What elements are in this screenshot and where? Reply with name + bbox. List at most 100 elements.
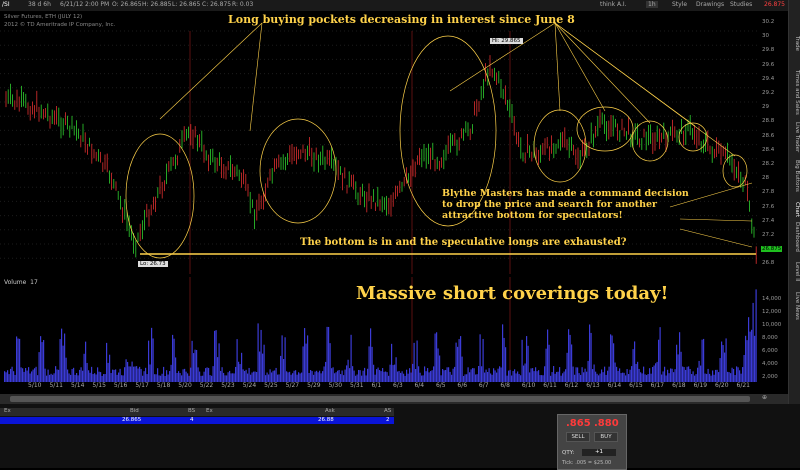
volume-bar bbox=[173, 338, 175, 382]
volume-bar bbox=[565, 369, 567, 382]
volume-bar bbox=[215, 330, 217, 382]
volume-bar bbox=[298, 372, 300, 382]
volume-bar bbox=[26, 370, 28, 382]
volume-bar bbox=[436, 332, 438, 382]
volume-bar bbox=[206, 367, 208, 382]
chart-scrollbar[interactable]: ⊕ bbox=[0, 394, 788, 404]
volume-bar bbox=[82, 370, 84, 382]
volume-bar bbox=[712, 370, 714, 382]
buy-button[interactable]: BUY bbox=[594, 432, 618, 442]
volume-bar bbox=[584, 368, 586, 382]
tab-dashboard[interactable]: Dashboard bbox=[790, 222, 800, 252]
volume-bar bbox=[575, 367, 577, 382]
volume-bar bbox=[518, 373, 520, 382]
volume-bar bbox=[223, 372, 225, 382]
volume-bar bbox=[455, 342, 457, 382]
volume-bar bbox=[85, 341, 87, 382]
tab-live-news[interactable]: Live News bbox=[790, 292, 800, 320]
order-table-row[interactable]: 26.865 4 26.88 2 bbox=[0, 417, 394, 424]
volume-bar bbox=[448, 367, 450, 382]
timeframe[interactable]: 38 d 6h bbox=[28, 1, 51, 8]
price-tick: 27.6 bbox=[762, 203, 775, 210]
date-tick: 5/16 bbox=[113, 382, 128, 389]
price-candles bbox=[0, 22, 760, 274]
volume-bar bbox=[325, 361, 327, 382]
volume-pane[interactable]: Volume 17 Massive short coverings today! bbox=[0, 277, 760, 382]
volume-bar bbox=[481, 366, 483, 382]
volume-bar bbox=[67, 369, 69, 382]
close-value: C: 26.875 bbox=[202, 1, 232, 8]
volume-bar bbox=[109, 354, 111, 382]
volume-bar bbox=[497, 368, 499, 382]
volume-bar bbox=[161, 373, 163, 382]
price-chart-pane[interactable]: Silver Futures, ETH (JULY 12) 2012 © TD … bbox=[0, 11, 760, 274]
volume-bar bbox=[280, 355, 282, 382]
volume-bar bbox=[508, 370, 510, 382]
price-tick: 29.2 bbox=[762, 90, 775, 96]
volume-bar bbox=[413, 342, 415, 382]
volume-bar bbox=[728, 372, 730, 382]
volume-bar bbox=[745, 335, 747, 382]
volume-bar bbox=[599, 373, 601, 382]
volume-bar bbox=[245, 369, 247, 382]
volume-bar bbox=[283, 359, 285, 382]
volume-bar bbox=[554, 373, 556, 382]
zoom-selector[interactable]: 1h bbox=[646, 1, 658, 8]
volume-bar bbox=[389, 364, 391, 382]
volume-bar bbox=[487, 372, 489, 382]
volume-bar bbox=[452, 368, 454, 382]
volume-bar bbox=[179, 373, 181, 382]
style-button[interactable]: Style bbox=[672, 1, 687, 8]
volume-bar bbox=[47, 369, 49, 382]
zoom-icon[interactable]: ⊕ bbox=[762, 394, 767, 401]
volume-bar bbox=[440, 375, 442, 382]
tab-trade[interactable]: Trade bbox=[790, 36, 800, 51]
tab-big-buttons[interactable]: Big Buttons bbox=[790, 160, 800, 192]
volume-bar bbox=[578, 373, 580, 382]
scrollbar-thumb[interactable] bbox=[10, 396, 750, 402]
tab-level-ii[interactable]: Level II bbox=[790, 262, 800, 282]
volume-bar bbox=[431, 370, 433, 382]
volume-bar bbox=[212, 366, 214, 382]
drawings-button[interactable]: Drawings bbox=[696, 1, 724, 8]
tab-chart[interactable]: Chart bbox=[790, 202, 800, 217]
volume-bar bbox=[284, 337, 286, 382]
price-tick: 28.6 bbox=[762, 132, 775, 139]
studies-button[interactable]: Studies bbox=[730, 1, 752, 8]
volume-bar bbox=[722, 345, 724, 382]
volume-bar bbox=[310, 370, 312, 382]
sell-button[interactable]: SELL bbox=[566, 432, 590, 442]
qty-input[interactable]: +1 bbox=[582, 449, 616, 456]
volume-bar bbox=[277, 374, 279, 382]
volume-bar bbox=[182, 369, 184, 382]
volume-bar bbox=[661, 374, 663, 382]
volume-bar bbox=[437, 348, 439, 382]
date-tick: 6/6 bbox=[457, 382, 468, 389]
volume-bar bbox=[250, 374, 252, 382]
volume-bar bbox=[754, 335, 756, 382]
date-tick: 5/24 bbox=[242, 382, 257, 389]
volume-bar bbox=[353, 370, 355, 382]
volume-bar bbox=[29, 373, 31, 382]
volume-bar bbox=[553, 366, 555, 382]
tab-times-and-sales[interactable]: Times and Sales bbox=[790, 70, 800, 115]
volume-bar bbox=[62, 345, 64, 382]
volume-bar bbox=[364, 367, 366, 382]
volume-bar bbox=[596, 373, 598, 382]
volume-bar bbox=[214, 330, 216, 382]
volume-bar bbox=[493, 368, 495, 382]
volume-bar bbox=[590, 332, 592, 382]
date-tick: 5/25 bbox=[264, 382, 278, 389]
symbol-box[interactable]: /SI bbox=[2, 1, 10, 8]
volume-bar bbox=[221, 367, 223, 382]
volume-bar bbox=[703, 338, 705, 382]
volume-bar bbox=[716, 369, 718, 382]
volume-bar bbox=[145, 367, 147, 382]
volume-bar bbox=[695, 374, 697, 382]
volume-bar bbox=[268, 374, 270, 382]
date-tick: 6/18 bbox=[672, 382, 686, 389]
price-tick: 29 bbox=[762, 104, 769, 111]
think-ai-button[interactable]: think A.I. bbox=[600, 1, 627, 8]
volume-bar bbox=[670, 368, 672, 382]
tab-live-trader[interactable]: Live Trader bbox=[790, 122, 800, 152]
